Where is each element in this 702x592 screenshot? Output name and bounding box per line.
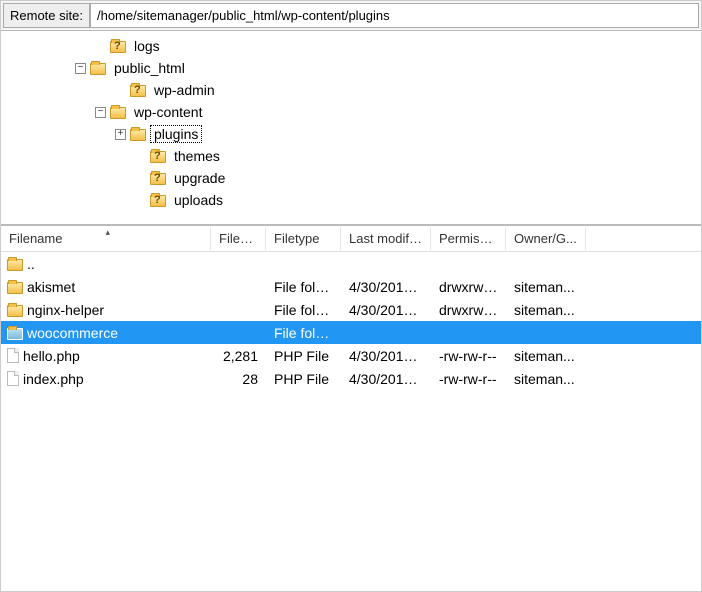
cell-size <box>211 285 266 289</box>
cell-owner: siteman... <box>506 346 586 366</box>
col-permissions[interactable]: Permissi... <box>431 227 506 250</box>
file-row[interactable]: woocommerce File folder <box>1 321 701 344</box>
folder-unknown-icon <box>150 151 166 163</box>
cell-type: File folder <box>266 323 341 343</box>
tree-node-label[interactable]: themes <box>170 147 224 165</box>
tree-node[interactable]: upgrade <box>1 167 701 189</box>
col-filename[interactable]: Filename <box>1 227 211 250</box>
tree-node[interactable]: wp-admin <box>1 79 701 101</box>
collapse-icon[interactable]: − <box>95 107 106 118</box>
file-icon <box>7 371 19 386</box>
directory-tree[interactable]: logs − public_html wp-admin − wp-content + plug… <box>1 31 701 226</box>
tree-node[interactable]: + plugins <box>1 123 701 145</box>
folder-unknown-icon <box>150 173 166 185</box>
tree-node[interactable]: logs <box>1 35 701 57</box>
folder-unknown-icon <box>150 195 166 207</box>
collapse-icon[interactable]: − <box>75 63 86 74</box>
file-row[interactable]: hello.php 2,281PHP File4/30/2019 ...-rw-r… <box>1 344 701 367</box>
tree-node-label[interactable]: wp-content <box>130 103 206 121</box>
cell-owner <box>506 331 586 335</box>
cell-modified: 4/30/2019 ... <box>341 300 431 320</box>
folder-icon <box>90 63 106 75</box>
cell-type: File folder <box>266 300 341 320</box>
remote-path-input[interactable] <box>90 3 699 28</box>
cell-size: 28 <box>211 369 266 389</box>
cell-owner: siteman... <box>506 277 586 297</box>
col-modified[interactable]: Last modifi... <box>341 227 431 250</box>
cell-size <box>211 308 266 312</box>
file-name: hello.php <box>23 348 80 364</box>
cell-modified: 4/30/2019 ... <box>341 346 431 366</box>
cell-modified: 4/30/2019 ... <box>341 277 431 297</box>
cell-modified <box>341 262 431 266</box>
file-row[interactable]: .. <box>1 252 701 275</box>
tree-node-label[interactable]: upgrade <box>170 169 229 187</box>
folder-unknown-icon <box>110 41 126 53</box>
tree-node[interactable]: themes <box>1 145 701 167</box>
cell-owner: siteman... <box>506 300 586 320</box>
file-name: akismet <box>27 279 75 295</box>
cell-size <box>211 331 266 335</box>
folder-open-icon <box>7 328 23 340</box>
cell-type: PHP File <box>266 346 341 366</box>
cell-permissions: -rw-rw-r-- <box>431 369 506 389</box>
file-icon <box>7 348 19 363</box>
cell-permissions <box>431 262 506 266</box>
path-bar: Remote site: <box>1 1 701 31</box>
file-row[interactable]: nginx-helper File folder4/30/2019 ...drwx… <box>1 298 701 321</box>
tree-node-label[interactable]: logs <box>130 37 164 55</box>
expand-icon[interactable]: + <box>115 129 126 140</box>
tree-node-label[interactable]: uploads <box>170 191 227 209</box>
tree-node-label[interactable]: plugins <box>150 125 202 143</box>
file-name: woocommerce <box>27 325 118 341</box>
tree-node[interactable]: − public_html <box>1 57 701 79</box>
col-owner[interactable]: Owner/G... <box>506 227 586 250</box>
cell-type <box>266 262 341 266</box>
tree-node[interactable]: uploads <box>1 189 701 211</box>
column-headers[interactable]: Filename Filesize Filetype Last modifi..… <box>1 226 701 252</box>
file-name: .. <box>27 256 35 272</box>
file-row[interactable]: index.php 28PHP File4/30/2019 ...-rw-rw-r… <box>1 367 701 390</box>
cell-permissions: drwxrwx... <box>431 300 506 320</box>
col-filetype[interactable]: Filetype <box>266 227 341 250</box>
cell-permissions: drwxrwx... <box>431 277 506 297</box>
file-list[interactable]: Filename Filesize Filetype Last modifi..… <box>1 226 701 390</box>
cell-size: 2,281 <box>211 346 266 366</box>
tree-node-label[interactable]: public_html <box>110 59 189 77</box>
col-filesize[interactable]: Filesize <box>211 227 266 250</box>
file-name: index.php <box>23 371 84 387</box>
remote-site-label: Remote site: <box>3 3 90 28</box>
tree-node-label[interactable]: wp-admin <box>150 81 219 99</box>
file-name: nginx-helper <box>27 302 104 318</box>
folder-icon <box>110 107 126 119</box>
cell-type: PHP File <box>266 369 341 389</box>
cell-type: File folder <box>266 277 341 297</box>
cell-permissions <box>431 331 506 335</box>
cell-permissions: -rw-rw-r-- <box>431 346 506 366</box>
folder-icon <box>7 282 23 294</box>
cell-modified: 4/30/2019 ... <box>341 369 431 389</box>
folder-icon <box>130 129 146 141</box>
folder-icon <box>7 305 23 317</box>
tree-node[interactable]: − wp-content <box>1 101 701 123</box>
cell-size <box>211 262 266 266</box>
folder-unknown-icon <box>130 85 146 97</box>
cell-owner: siteman... <box>506 369 586 389</box>
file-row[interactable]: akismet File folder4/30/2019 ...drwxrwx..… <box>1 275 701 298</box>
cell-modified <box>341 331 431 335</box>
cell-owner <box>506 262 586 266</box>
folder-icon <box>7 259 23 271</box>
